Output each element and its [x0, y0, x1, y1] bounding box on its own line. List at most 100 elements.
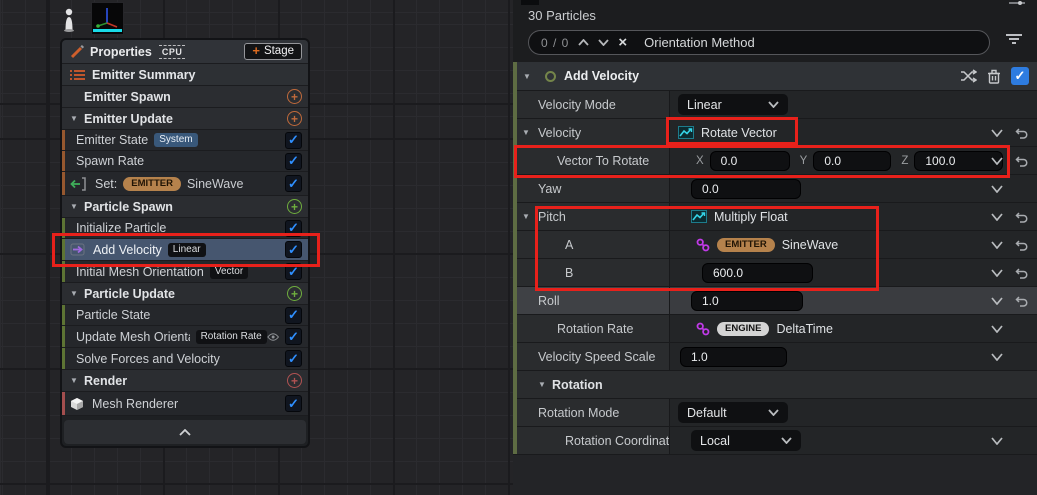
- roll-value-field[interactable]: 1.0: [691, 291, 803, 311]
- module-enabled-checkbox[interactable]: ✓: [285, 241, 302, 258]
- module-enabled-checkbox[interactable]: ✓: [1011, 67, 1029, 85]
- velocity-arrow-icon: [70, 243, 85, 256]
- row-pitch: ▼ Pitch Multiply Float: [513, 203, 1037, 231]
- properties-row[interactable]: Properties CPU + Stage: [62, 40, 308, 64]
- clear-search-icon[interactable]: ×: [618, 35, 627, 50]
- group-particle-spawn[interactable]: ▼ Particle Spawn +: [62, 196, 308, 218]
- delete-module-icon[interactable]: [987, 69, 1001, 84]
- expander-icon[interactable]: ▼: [523, 72, 537, 81]
- emitter-namespace-pill: EMITTER: [717, 238, 775, 252]
- speed-scale-field[interactable]: 1.0: [680, 347, 787, 367]
- collapse-stack-button[interactable]: [64, 420, 306, 444]
- module-enabled-checkbox[interactable]: ✓: [285, 132, 302, 149]
- expander-icon[interactable]: ▼: [522, 212, 530, 221]
- y-value-field[interactable]: 0.0: [813, 151, 891, 171]
- reset-to-default-icon[interactable]: [1015, 127, 1028, 139]
- group-emitter-update[interactable]: ▼ Emitter Update +: [62, 108, 308, 130]
- chevron-down-icon[interactable]: [991, 297, 1003, 305]
- module-enabled-checkbox[interactable]: ✓: [285, 307, 302, 324]
- expander-icon[interactable]: ▼: [70, 114, 84, 123]
- settings-sliders-icon[interactable]: [1009, 0, 1025, 6]
- filter-icon[interactable]: [1005, 33, 1023, 45]
- module-initialize-particle[interactable]: Initialize Particle ✓: [62, 218, 308, 239]
- module-spawn-rate[interactable]: Spawn Rate ✓: [62, 151, 308, 172]
- yaw-value-field[interactable]: 0.0: [691, 179, 801, 199]
- dynamic-input-value[interactable]: Multiply Float: [691, 210, 788, 224]
- reset-to-default-icon[interactable]: [1015, 267, 1028, 279]
- add-stage-button[interactable]: + Stage: [244, 43, 302, 60]
- search-query-text[interactable]: Orientation Method: [644, 35, 755, 50]
- add-module-icon[interactable]: +: [287, 286, 302, 301]
- group-particle-update[interactable]: ▼ Particle Update +: [62, 283, 308, 305]
- b-value-field[interactable]: 600.0: [702, 263, 813, 283]
- emitter-summary-label: Emitter Summary: [92, 68, 196, 82]
- module-enabled-checkbox[interactable]: ✓: [285, 395, 302, 412]
- chevron-down-icon[interactable]: [991, 129, 1003, 137]
- chevron-down-icon[interactable]: [991, 213, 1003, 221]
- search-bar[interactable]: 0 / 0 × Orientation Method: [528, 30, 990, 55]
- module-update-mesh-orientation[interactable]: Update Mesh Orientation Rotation Rate ✓: [62, 326, 308, 348]
- dynamic-input-name: Multiply Float: [714, 210, 788, 224]
- chevron-down-icon[interactable]: [991, 437, 1003, 445]
- module-mesh-renderer[interactable]: Mesh Renderer ✓: [62, 392, 308, 416]
- chevron-down-icon[interactable]: [991, 353, 1003, 361]
- reset-to-default-icon[interactable]: [1015, 155, 1028, 167]
- dropdown-value: Local: [700, 434, 730, 448]
- chevron-down-icon[interactable]: [991, 241, 1003, 249]
- properties-label: Properties: [90, 45, 152, 59]
- visibility-eye-icon[interactable]: [267, 332, 279, 342]
- reset-to-default-icon[interactable]: [1015, 295, 1028, 307]
- add-renderer-icon[interactable]: +: [287, 373, 302, 388]
- module-enabled-checkbox[interactable]: ✓: [285, 350, 302, 367]
- reset-to-default-icon[interactable]: [1015, 239, 1028, 251]
- coordinate-space-dropdown[interactable]: Local: [691, 430, 801, 451]
- expander-icon[interactable]: ▼: [70, 376, 84, 385]
- group-emitter-spawn[interactable]: ▼ Emitter Spawn +: [62, 86, 308, 108]
- module-enabled-checkbox[interactable]: ✓: [285, 220, 302, 237]
- chevron-down-icon[interactable]: [991, 325, 1003, 333]
- cube-icon: [70, 397, 84, 411]
- module-enabled-checkbox[interactable]: ✓: [285, 175, 302, 192]
- expander-icon[interactable]: ▼: [538, 380, 552, 389]
- section-rotation[interactable]: ▼ Rotation: [513, 371, 1037, 399]
- dynamic-input-value[interactable]: Rotate Vector: [678, 126, 777, 140]
- chevron-down-icon[interactable]: [991, 269, 1003, 277]
- search-next-icon[interactable]: [598, 39, 609, 46]
- details-header-add-velocity[interactable]: ▼ Add Velocity ✓: [513, 62, 1037, 91]
- shuffle-icon[interactable]: [960, 69, 977, 83]
- parameter-name: SineWave: [187, 177, 244, 191]
- x-value-field[interactable]: 0.0: [710, 151, 790, 171]
- module-enabled-checkbox[interactable]: ✓: [285, 328, 302, 345]
- details-rows: ▼ Add Velocity ✓ Velocity: [513, 62, 1037, 495]
- plus-icon: +: [252, 46, 260, 56]
- reset-to-default-icon[interactable]: [1015, 211, 1028, 223]
- section-label: Rotation: [552, 378, 603, 392]
- module-solve-forces[interactable]: Solve Forces and Velocity ✓: [62, 348, 308, 370]
- expander-icon[interactable]: ▼: [70, 202, 84, 211]
- group-render[interactable]: ▼ Render +: [62, 370, 308, 392]
- linked-parameter-value[interactable]: ENGINE DeltaTime: [696, 322, 833, 336]
- param-label: Roll: [538, 294, 560, 308]
- expander-icon[interactable]: ▼: [70, 289, 84, 298]
- module-initial-mesh-orientation[interactable]: Initial Mesh Orientation Vector ✓: [62, 261, 308, 283]
- emitter-summary-row[interactable]: Emitter Summary: [62, 64, 308, 86]
- expander-icon[interactable]: ▼: [522, 128, 530, 137]
- add-module-icon[interactable]: +: [287, 111, 302, 126]
- linked-parameter-value[interactable]: EMITTER SineWave: [696, 238, 838, 252]
- add-module-icon[interactable]: +: [287, 89, 302, 104]
- module-enabled-checkbox[interactable]: ✓: [285, 263, 302, 280]
- velocity-mode-dropdown[interactable]: Linear: [678, 94, 788, 115]
- module-enabled-checkbox[interactable]: ✓: [285, 153, 302, 170]
- rotation-mode-dropdown[interactable]: Default: [678, 402, 788, 423]
- module-set-emitter-sinewave[interactable]: Set: EMITTER SineWave ✓: [62, 172, 308, 196]
- module-add-velocity[interactable]: Add Velocity Linear ✓: [62, 239, 308, 261]
- module-particle-state[interactable]: Particle State ✓: [62, 305, 308, 326]
- chevron-down-icon[interactable]: [991, 185, 1003, 193]
- emitter-thumbnail[interactable]: [91, 2, 124, 35]
- search-prev-icon[interactable]: [578, 39, 589, 46]
- chevron-down-icon[interactable]: [991, 157, 1003, 165]
- param-label: A: [565, 238, 573, 252]
- module-emitter-state[interactable]: Emitter State System ✓: [62, 130, 308, 151]
- param-label: Pitch: [538, 210, 566, 224]
- add-module-icon[interactable]: +: [287, 199, 302, 214]
